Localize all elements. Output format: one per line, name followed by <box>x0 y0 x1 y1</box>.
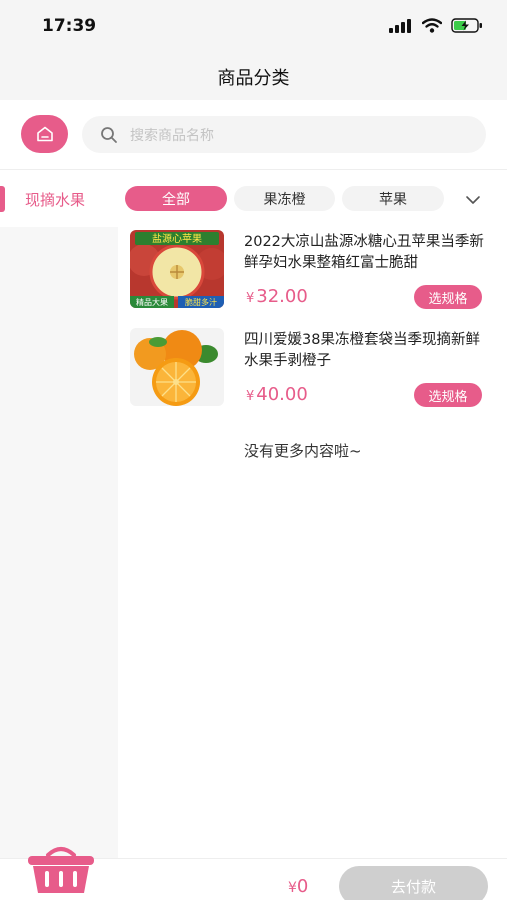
product-card[interactable]: 盐源心苹果 精品大果 脆甜多汁 2022大凉山盐源冰糖心丑苹果当季新鲜孕妇水果整… <box>118 230 507 320</box>
currency-symbol: ¥ <box>246 389 255 404</box>
search-icon <box>101 126 117 143</box>
status-icons <box>389 18 483 33</box>
status-bar: 17:39 <box>0 0 507 56</box>
total-value: 0 <box>296 876 309 897</box>
apple-icon: 盐源心苹果 精品大果 脆甜多汁 <box>130 230 224 308</box>
select-spec-button[interactable]: 选规格 <box>414 383 482 407</box>
sidebar-item-label: 现摘水果 <box>25 191 86 209</box>
orange-icon <box>130 328 224 406</box>
image-caption-left: 精品大果 <box>136 297 168 307</box>
product-title[interactable]: 四川爱媛38果冻橙套袋当季现摘新鲜水果手剥橙子 <box>244 330 490 372</box>
price-value: 40.00 <box>256 384 308 405</box>
search-input[interactable]: 搜索商品名称 <box>82 116 486 153</box>
status-time: 17:39 <box>42 16 97 36</box>
home-button[interactable] <box>21 115 68 153</box>
image-caption-right: 脆甜多汁 <box>185 297 217 307</box>
page-title: 商品分类 <box>217 68 290 89</box>
product-card[interactable]: 四川爱媛38果冻橙套袋当季现摘新鲜水果手剥橙子 ¥40.00 选规格 <box>118 328 507 418</box>
tab-apple[interactable]: 苹果 <box>342 186 444 211</box>
home-icon <box>36 126 53 142</box>
checkout-button[interactable]: 去付款 <box>339 866 488 900</box>
image-banner-text: 盐源心苹果 <box>152 232 202 245</box>
chevron-down-icon[interactable] <box>463 192 483 208</box>
tab-all[interactable]: 全部 <box>125 186 227 211</box>
product-image[interactable]: 盐源心苹果 精品大果 脆甜多汁 <box>130 230 224 308</box>
list-end-text: 没有更多内容啦~ <box>244 442 362 460</box>
price-value: 32.00 <box>256 286 308 307</box>
search-row: 搜索商品名称 <box>0 100 507 170</box>
currency-symbol: ¥ <box>288 880 297 896</box>
category-sidebar: 现摘水果 <box>0 171 118 858</box>
wifi-icon <box>422 18 442 33</box>
select-spec-button[interactable]: 选规格 <box>414 285 482 309</box>
search-placeholder: 搜索商品名称 <box>130 127 214 144</box>
cart-basket-icon[interactable] <box>26 845 96 895</box>
product-price: ¥40.00 <box>246 384 308 405</box>
sidebar-active-indicator <box>0 186 5 212</box>
product-price: ¥32.00 <box>246 286 308 307</box>
sidebar-item-fresh-fruit[interactable]: 现摘水果 <box>0 171 118 227</box>
currency-symbol: ¥ <box>246 291 255 306</box>
nav-bar: 商品分类 <box>0 56 507 100</box>
cellular-signal-icon <box>389 18 411 33</box>
product-title[interactable]: 2022大凉山盐源冰糖心丑苹果当季新鲜孕妇水果整箱红富士脆甜 <box>244 232 490 274</box>
product-image[interactable] <box>130 328 224 406</box>
tab-jelly-orange[interactable]: 果冻橙 <box>234 186 335 211</box>
cart-total: ¥0 <box>288 876 308 897</box>
battery-charging-icon <box>451 18 482 33</box>
